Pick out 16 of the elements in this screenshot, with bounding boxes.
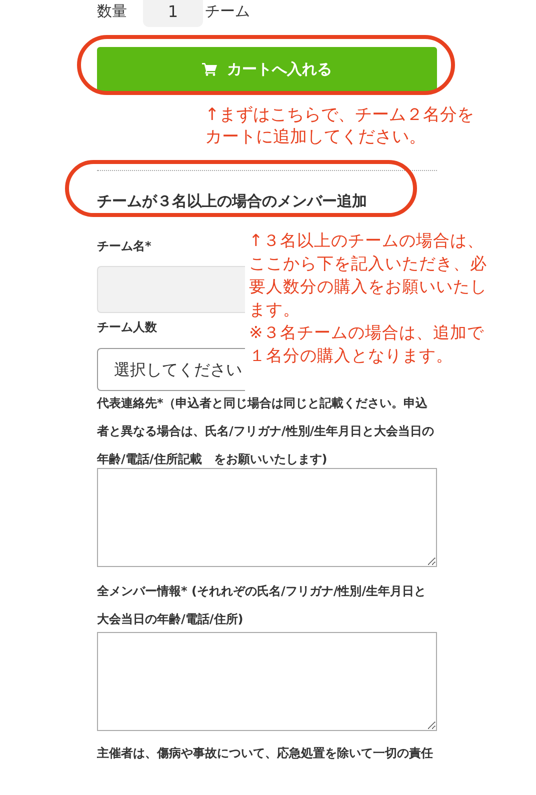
annotation-note: ↑３名以上のチームの場合は、 ここから下を記入いただき、必 要人数分の購入をお願いいたし ます。 ※３名チームの場合は、追加で １名分の購入となります。 — [247, 229, 487, 367]
field-label: 主催者は、傷病や事故について、応急処置を除いて一切の責任 — [97, 745, 433, 762]
section-heading: チームが３名以上の場合のメンバー追加 — [97, 191, 368, 211]
text-area[interactable] — [97, 632, 437, 731]
quantity-unit: チーム — [205, 0, 250, 22]
field-label: チーム名* — [97, 238, 152, 255]
field-label: チーム人数 — [97, 319, 157, 336]
quantity-label: 数量 — [97, 0, 127, 22]
field-label: 全メンバー情報* (それれぞの氏名/フリガナ/性別/生年月日と大会当日の年齢/電話/住所) — [97, 583, 428, 628]
team-name-field[interactable] — [97, 266, 245, 313]
cart-icon — [202, 63, 217, 76]
field-label: 代表連絡先*（申込者と同じ場合は同じと記載ください。申込者と異なる場合は、氏名/フリガナ/性別/生年月日と大会当日の年齢/電話/住所記載 をお願いいたします) — [97, 395, 436, 468]
annotation-note: ↑まずはこちらで、チーム２名分を カートに追加してください。 — [205, 104, 474, 148]
text-area[interactable] — [97, 468, 437, 567]
team-size-select[interactable]: 選択してください — [97, 348, 245, 391]
quantity-field[interactable]: 1 — [143, 0, 203, 27]
